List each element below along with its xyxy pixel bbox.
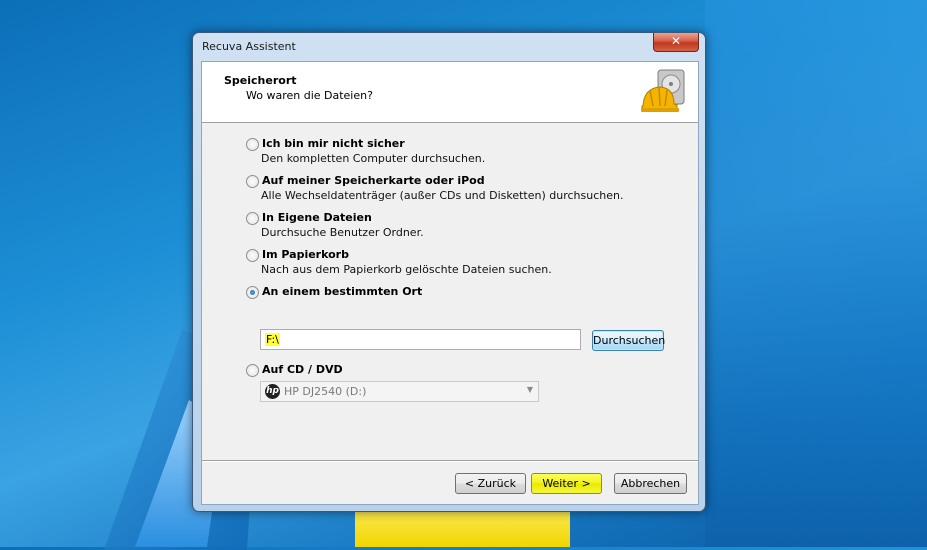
header-title: Speicherort [224, 74, 297, 87]
location-path-input[interactable]: F:\ [260, 329, 581, 350]
recuva-wizard-window: Recuva Assistent ✕ Speicherort Wo waren … [192, 32, 706, 512]
back-button[interactable]: < Zurück [455, 473, 526, 494]
wizard-client-area: Speicherort Wo waren die Dateien? Ich bi… [201, 61, 699, 505]
radio-cd-dvd[interactable] [246, 364, 259, 377]
option-label: Im Papierkorb [262, 248, 349, 261]
radio-specific-location[interactable] [246, 286, 259, 299]
option-description: Den kompletten Computer durchsuchen. [261, 152, 486, 165]
radio-memory-card[interactable] [246, 175, 259, 188]
desktop-wallpaper-light [705, 0, 927, 547]
cancel-button[interactable]: Abbrechen [614, 473, 687, 494]
option-description: Alle Wechseldatenträger (außer CDs und D… [261, 189, 624, 202]
option-label: An einem bestimmten Ort [262, 285, 423, 298]
header-subtitle: Wo waren die Dateien? [246, 89, 373, 102]
wizard-header: Speicherort Wo waren die Dateien? [202, 62, 698, 123]
browse-button[interactable]: Durchsuchen [592, 330, 665, 351]
title-bar[interactable]: Recuva Assistent ✕ [193, 33, 705, 59]
footer-divider-highlight [202, 461, 698, 462]
option-label: Auf CD / DVD [262, 363, 343, 376]
radio-not-sure[interactable] [246, 138, 259, 151]
option-label: Auf meiner Speicherkarte oder iPod [262, 174, 485, 187]
dvd-drive-selected: HP DJ2540 (D:) [284, 385, 367, 398]
next-button[interactable]: Weiter > [531, 473, 602, 494]
option-label: In Eigene Dateien [262, 211, 372, 224]
option-description: Durchsuche Benutzer Ordner. [261, 226, 424, 239]
window-title: Recuva Assistent [202, 40, 296, 53]
option-description: Nach aus dem Papierkorb gelöschte Dateie… [261, 263, 552, 276]
location-path-value: F:\ [265, 333, 280, 346]
radio-recycle-bin[interactable] [246, 249, 259, 262]
hp-logo-icon: hp [265, 384, 280, 399]
close-button[interactable]: ✕ [653, 33, 699, 52]
chevron-down-icon: ▼ [526, 385, 533, 394]
recuva-hardhat-drive-icon [641, 69, 685, 112]
option-label: Ich bin mir nicht sicher [262, 137, 405, 150]
dvd-drive-select[interactable]: hp HP DJ2540 (D:) ▼ [260, 381, 539, 402]
radio-my-documents[interactable] [246, 212, 259, 225]
